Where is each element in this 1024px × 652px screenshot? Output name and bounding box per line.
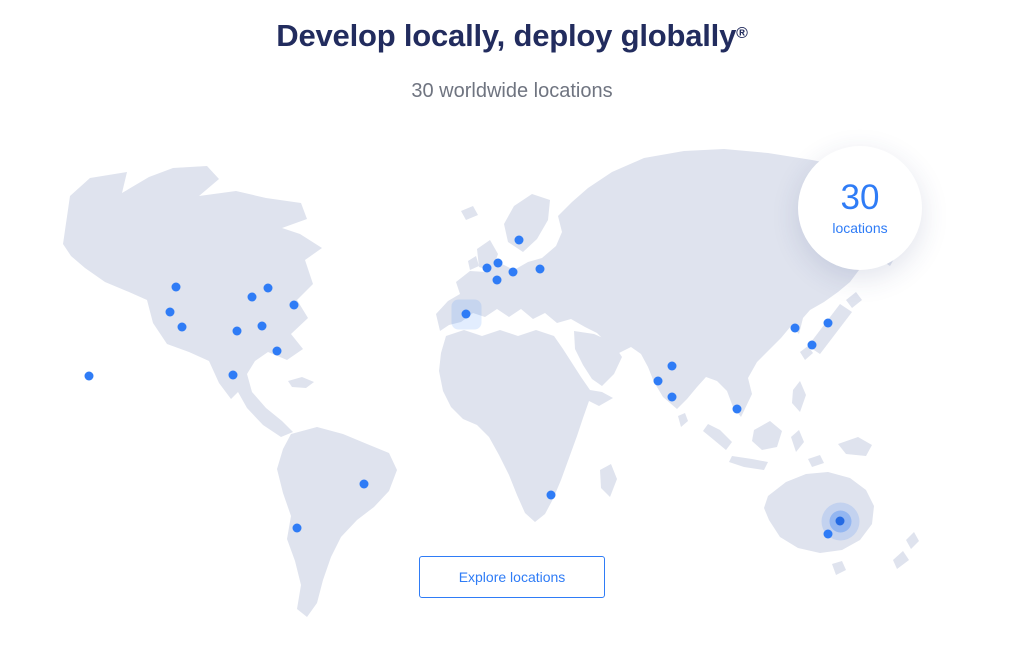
hero-header: Develop locally, deploy globally® 30 wor… bbox=[0, 18, 1024, 103]
island-caribbean bbox=[288, 377, 314, 388]
island-japan-hokkaido bbox=[846, 292, 862, 308]
island-sri-lanka bbox=[678, 413, 688, 427]
location-dot[interactable] bbox=[536, 265, 545, 274]
location-dot[interactable] bbox=[808, 341, 817, 350]
location-dot[interactable] bbox=[264, 284, 273, 293]
location-dot[interactable] bbox=[494, 259, 503, 268]
island-new-zealand-south bbox=[893, 551, 909, 569]
island-new-guinea bbox=[838, 437, 872, 456]
location-dot[interactable] bbox=[836, 517, 845, 526]
island-tasmania bbox=[832, 561, 846, 575]
location-dot[interactable] bbox=[178, 323, 187, 332]
location-dot[interactable] bbox=[791, 324, 800, 333]
location-dot[interactable] bbox=[733, 405, 742, 414]
island-madagascar bbox=[600, 464, 617, 497]
island-java bbox=[729, 456, 768, 470]
location-dot[interactable] bbox=[483, 264, 492, 273]
island-borneo bbox=[752, 421, 782, 450]
location-dot[interactable] bbox=[258, 322, 267, 331]
location-dot[interactable] bbox=[493, 276, 502, 285]
location-dot[interactable] bbox=[462, 310, 471, 319]
island-sumatra bbox=[703, 424, 732, 450]
location-dot[interactable] bbox=[248, 293, 257, 302]
location-dot[interactable] bbox=[166, 308, 175, 317]
locations-count: 30 bbox=[841, 180, 880, 217]
explore-locations-button[interactable]: Explore locations bbox=[419, 556, 605, 598]
page-title: Develop locally, deploy globally® bbox=[0, 18, 1024, 54]
location-dot[interactable] bbox=[509, 268, 518, 277]
location-dot[interactable] bbox=[273, 347, 282, 356]
location-dot[interactable] bbox=[229, 371, 238, 380]
locations-count-label: locations bbox=[832, 220, 887, 236]
subtitle: 30 worldwide locations bbox=[0, 80, 1024, 103]
location-dot[interactable] bbox=[293, 524, 302, 533]
location-dot[interactable] bbox=[85, 372, 94, 381]
continent-south-america bbox=[277, 427, 397, 617]
locations-count-badge: 30 locations bbox=[798, 146, 922, 270]
location-dot[interactable] bbox=[824, 319, 833, 328]
location-dot[interactable] bbox=[233, 327, 242, 336]
location-dot[interactable] bbox=[668, 393, 677, 402]
continent-australia bbox=[764, 472, 874, 553]
location-dot[interactable] bbox=[290, 301, 299, 310]
island-sulawesi bbox=[791, 430, 804, 452]
island-philippines bbox=[792, 381, 806, 412]
location-dot[interactable] bbox=[515, 236, 524, 245]
region-scandinavia bbox=[504, 194, 550, 252]
location-dot[interactable] bbox=[172, 283, 181, 292]
location-dot[interactable] bbox=[547, 491, 556, 500]
continent-north-america bbox=[63, 166, 322, 437]
island-iceland bbox=[461, 206, 478, 220]
island-new-zealand-north bbox=[906, 532, 919, 549]
page-title-text: Develop locally, deploy globally bbox=[276, 18, 736, 53]
location-dot[interactable] bbox=[654, 377, 663, 386]
location-dot[interactable] bbox=[668, 362, 677, 371]
island-timor bbox=[808, 455, 824, 467]
registered-trademark: ® bbox=[736, 25, 748, 42]
island-ireland bbox=[468, 256, 479, 270]
location-dot[interactable] bbox=[360, 480, 369, 489]
